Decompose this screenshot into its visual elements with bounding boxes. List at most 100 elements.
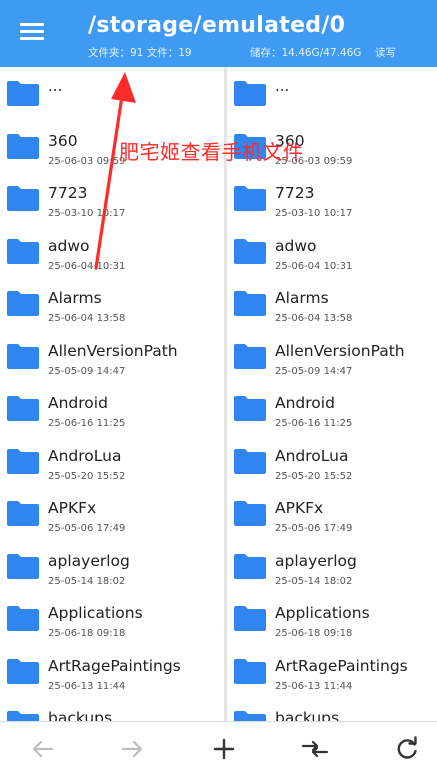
folder-icon	[7, 81, 39, 106]
folder-name: ...	[275, 77, 290, 95]
folder-name: ArtRagePaintings	[48, 656, 181, 675]
folder-row[interactable]: 360 25-06-03 09:59	[227, 120, 437, 173]
refresh-button[interactable]	[392, 734, 422, 764]
folder-date: 25-06-04 13:58	[275, 313, 353, 324]
top-app-bar: /storage/emulated/0 文件夹：91 文件：19 储存：14.4…	[0, 0, 437, 67]
folder-date: 25-06-13 11:44	[275, 680, 353, 692]
folder-name: APKFx	[48, 499, 97, 517]
swap-icon	[301, 740, 329, 758]
folder-row[interactable]: aplayerlog 25-05-14 18:02	[227, 540, 437, 593]
folder-date: 25-06-18 09:18	[275, 628, 353, 639]
folder-icon	[234, 658, 266, 684]
folder-row[interactable]: Android 25-06-16 11:25	[0, 382, 225, 435]
file-count-label: 文件夹：91 文件：19	[88, 47, 192, 59]
folder-name: aplayerlog	[48, 551, 130, 570]
folder-icon	[7, 133, 39, 159]
folder-date: 25-06-03 09:59	[275, 155, 353, 167]
folder-row[interactable]: adwo 25-06-04 10:31	[0, 225, 225, 278]
folder-icon	[234, 238, 266, 264]
folder-icon	[7, 186, 39, 211]
folder-row[interactable]: Android 25-06-16 11:25	[227, 382, 437, 435]
folder-name: Android	[48, 394, 108, 412]
folder-icon	[234, 186, 266, 211]
folder-row[interactable]: backups	[227, 697, 437, 721]
folder-date: 25-06-13 11:44	[48, 680, 126, 692]
folder-row[interactable]: Applications 25-06-18 09:18	[0, 592, 225, 645]
folder-icon	[7, 501, 39, 526]
folder-date: 25-06-04 10:31	[275, 260, 353, 272]
folder-icon	[7, 396, 39, 421]
folder-row[interactable]: 7723 25-03-10 10:17	[0, 172, 225, 225]
folder-row[interactable]: backups	[0, 697, 225, 721]
folder-name: AndroLua	[48, 446, 122, 465]
read-write-label[interactable]: 读写	[375, 45, 396, 60]
folder-date: 25-06-03 09:59	[48, 155, 126, 167]
folder-icon	[234, 343, 266, 369]
right-file-pane[interactable]: ... 360 25-06-03 09:59 7723 25-03-10 10:17 ad…	[227, 67, 437, 721]
folder-row[interactable]: adwo 25-06-04 10:31	[227, 225, 437, 278]
folder-date: 25-05-20 15:52	[48, 470, 126, 482]
folder-icon	[7, 343, 39, 369]
folder-icon	[234, 711, 266, 721]
folder-name: AndroLua	[275, 446, 349, 465]
folder-date: 25-06-16 11:25	[275, 418, 353, 429]
folder-date: 25-03-10 10:17	[48, 208, 126, 219]
folder-date: 25-05-20 15:52	[275, 470, 353, 482]
folder-icon	[234, 133, 266, 159]
folder-date: 25-03-10 10:17	[275, 208, 353, 219]
folder-icon	[7, 291, 39, 316]
folder-name: AllenVersionPath	[275, 341, 405, 360]
folder-row[interactable]: Alarms 25-06-04 13:58	[0, 277, 225, 330]
folder-icon	[234, 396, 266, 421]
parent-directory-row[interactable]: ...	[0, 67, 225, 120]
folder-name: ArtRagePaintings	[275, 656, 408, 675]
file-manager-app: /storage/emulated/0 文件夹：91 文件：19 储存：14.4…	[0, 0, 437, 774]
back-button[interactable]	[28, 734, 58, 764]
folder-date: 25-05-09 14:47	[275, 365, 353, 377]
folder-name: backups	[48, 709, 113, 721]
folder-date: 25-05-14 18:02	[275, 575, 353, 587]
new-item-button[interactable]	[209, 734, 239, 764]
folder-row[interactable]: AndroLua 25-05-20 15:52	[0, 435, 225, 488]
folder-icon	[234, 291, 266, 316]
folder-date: 25-06-04 10:31	[48, 260, 126, 272]
folder-icon	[7, 238, 39, 264]
folder-row[interactable]: aplayerlog 25-05-14 18:02	[0, 540, 225, 593]
refresh-icon	[397, 736, 417, 759]
folder-date: 25-05-14 18:02	[48, 575, 126, 587]
folder-row[interactable]: Applications 25-06-18 09:18	[227, 592, 437, 645]
forward-button[interactable]	[117, 734, 147, 764]
folder-name: adwo	[48, 236, 90, 255]
swap-panes-button[interactable]	[300, 734, 330, 764]
folder-icon	[234, 553, 266, 579]
folder-row[interactable]: APKFx 25-05-06 17:49	[227, 487, 437, 540]
bottom-toolbar	[0, 721, 437, 774]
folder-icon	[234, 606, 266, 631]
menu-icon[interactable]	[20, 23, 46, 43]
folder-row[interactable]: AndroLua 25-05-20 15:52	[227, 435, 437, 488]
folder-date: 25-06-18 09:18	[48, 628, 126, 639]
folder-row[interactable]: AllenVersionPath 25-05-09 14:47	[0, 330, 225, 383]
folder-row[interactable]: Alarms 25-06-04 13:58	[227, 277, 437, 330]
folder-name: AllenVersionPath	[48, 341, 178, 360]
folder-name: aplayerlog	[275, 551, 357, 570]
folder-name: backups	[275, 709, 340, 721]
folder-row[interactable]: ArtRagePaintings 25-06-13 11:44	[0, 645, 225, 698]
folder-row[interactable]: 360 25-06-03 09:59	[0, 120, 225, 173]
folder-row[interactable]: APKFx 25-05-06 17:49	[0, 487, 225, 540]
folder-row[interactable]: AllenVersionPath 25-05-09 14:47	[227, 330, 437, 383]
folder-icon	[7, 553, 39, 579]
folder-date: 25-05-06 17:49	[48, 523, 126, 534]
folder-row[interactable]: 7723 25-03-10 10:17	[227, 172, 437, 225]
folder-name: adwo	[275, 236, 317, 255]
folder-icon	[234, 448, 266, 474]
current-path-title[interactable]: /storage/emulated/0	[88, 13, 345, 38]
folder-date: 25-06-04 13:58	[48, 313, 126, 324]
folder-icon	[234, 81, 266, 106]
folder-name: 7723	[48, 184, 88, 202]
plus-icon	[213, 738, 235, 760]
folder-icon	[7, 711, 39, 721]
folder-row[interactable]: ArtRagePaintings 25-06-13 11:44	[227, 645, 437, 698]
left-file-pane[interactable]: ... 360 25-06-03 09:59 7723 25-03-10 10:17 ad…	[0, 67, 225, 721]
parent-directory-row[interactable]: ...	[227, 67, 437, 120]
